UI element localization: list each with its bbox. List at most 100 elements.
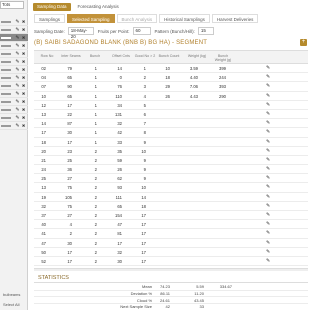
- table-cell[interactable]: 26: [154, 94, 170, 99]
- table-cell[interactable]: 7.06: [182, 84, 198, 89]
- table-cell[interactable]: 18: [154, 75, 170, 80]
- column-header: Bunch Weight (g): [214, 54, 232, 62]
- delete-icon[interactable]: ✖: [21, 91, 26, 97]
- delete-icon[interactable]: ✖: [21, 115, 26, 121]
- delete-icon[interactable]: ✖: [21, 51, 26, 57]
- sub-tab[interactable]: Samplings: [34, 14, 66, 23]
- edit-icon[interactable]: ✎: [266, 148, 272, 154]
- pattern-field[interactable]: 15: [197, 27, 214, 35]
- column-header: Row No: [40, 54, 54, 58]
- delete-icon[interactable]: ✖: [21, 43, 26, 49]
- table-cell[interactable]: 4.40: [182, 75, 198, 80]
- list-item[interactable]: ✎ ✖: [0, 58, 28, 66]
- delete-icon[interactable]: ✖: [21, 27, 26, 33]
- delete-icon[interactable]: ✖: [21, 107, 26, 113]
- table-row: 37 27 2 154 17 ✎: [34, 211, 308, 221]
- list-item[interactable]: ✎ ✖: [0, 82, 28, 90]
- delete-icon[interactable]: ✖: [21, 59, 26, 65]
- delete-icon[interactable]: ✖: [21, 19, 26, 25]
- edit-icon[interactable]: ✎: [15, 99, 20, 105]
- edit-icon[interactable]: ✎: [15, 83, 20, 89]
- delete-icon[interactable]: ✖: [21, 83, 26, 89]
- edit-icon[interactable]: ✎: [266, 166, 272, 172]
- list-item[interactable]: ✎ ✖: [0, 42, 28, 50]
- edit-icon[interactable]: ✎: [266, 157, 272, 163]
- list-item[interactable]: ✎ ✖: [0, 66, 28, 74]
- edit-icon[interactable]: ✎: [266, 93, 272, 99]
- footer-link[interactable]: bulbeams: [0, 292, 28, 297]
- table-cell: 17: [67, 102, 72, 108]
- sub-tab[interactable]: Harvest Deliveries: [211, 14, 259, 23]
- edit-icon[interactable]: ✎: [15, 67, 20, 73]
- edit-icon[interactable]: ✎: [15, 19, 20, 25]
- edit-icon[interactable]: ✎: [15, 75, 20, 81]
- edit-icon[interactable]: ✎: [15, 91, 20, 97]
- edit-icon[interactable]: ✎: [266, 194, 272, 200]
- delete-icon[interactable]: ✖: [21, 75, 26, 81]
- list-item[interactable]: ✎ ✖: [0, 18, 28, 26]
- edit-icon[interactable]: ✎: [266, 139, 272, 145]
- delete-icon[interactable]: ✖: [21, 67, 26, 73]
- edit-icon[interactable]: ✎: [266, 74, 272, 80]
- table-cell[interactable]: 3.59: [182, 66, 198, 71]
- edit-icon[interactable]: ✎: [15, 51, 20, 57]
- date-field[interactable]: 18-May-20: [67, 27, 94, 39]
- list-item[interactable]: ✎ ✖: [0, 26, 28, 34]
- edit-icon[interactable]: ✎: [266, 221, 272, 227]
- table-cell: 110: [115, 93, 122, 99]
- edit-icon[interactable]: ✎: [266, 120, 272, 126]
- table-cell[interactable]: 10: [154, 66, 170, 71]
- list-item[interactable]: ✎ ✖: [0, 90, 28, 98]
- edit-icon[interactable]: ✎: [15, 115, 20, 121]
- sub-tab[interactable]: Bunch Analysis: [116, 14, 158, 23]
- edit-icon[interactable]: ✎: [266, 83, 272, 89]
- table-row: 02 79 1 14 1 10 3.59 399 ✎: [34, 64, 308, 74]
- list-item[interactable]: ✎ ✖: [0, 122, 28, 130]
- edit-icon[interactable]: ✎: [266, 102, 272, 108]
- list-item[interactable]: ✎ ✖: [0, 114, 28, 122]
- horizontal-scrollbar[interactable]: [34, 268, 308, 271]
- list-item[interactable]: ✎ ✖: [0, 34, 28, 42]
- table-cell[interactable]: 4.43: [182, 94, 198, 99]
- table-cell: 17: [141, 258, 146, 264]
- edit-icon[interactable]: ✎: [266, 111, 272, 117]
- select-all-link[interactable]: Select All: [0, 302, 28, 307]
- edit-icon[interactable]: ✎: [266, 230, 272, 236]
- item-label-bar: [1, 45, 11, 47]
- edit-icon[interactable]: ✎: [15, 59, 20, 65]
- table-row: 40 4 2 47 17 ✎: [34, 220, 308, 230]
- edit-icon[interactable]: ✎: [266, 65, 272, 71]
- list-item[interactable]: ✎ ✖: [0, 50, 28, 58]
- edit-icon[interactable]: ✎: [266, 203, 272, 209]
- delete-icon[interactable]: ✖: [21, 35, 26, 41]
- edit-icon[interactable]: ✎: [15, 27, 20, 33]
- sub-tab[interactable]: Selected Sampling: [67, 14, 115, 23]
- list-item[interactable]: ✎ ✖: [0, 98, 28, 106]
- edit-icon[interactable]: ✎: [266, 212, 272, 218]
- edit-icon[interactable]: ✎: [15, 123, 20, 129]
- edit-icon[interactable]: ✎: [266, 129, 272, 135]
- table-row: 18 17 1 33 9 ✎: [34, 138, 308, 147]
- edit-icon[interactable]: ✎: [266, 175, 272, 181]
- edit-icon[interactable]: ✎: [15, 35, 20, 41]
- table-cell: 17: [141, 249, 146, 255]
- edit-icon[interactable]: ✎: [266, 184, 272, 190]
- edit-icon[interactable]: ✎: [266, 249, 272, 255]
- list-item[interactable]: ✎ ✖: [0, 106, 28, 114]
- edit-icon[interactable]: ✎: [15, 43, 20, 49]
- add-button[interactable]: +: [300, 39, 307, 46]
- delete-icon[interactable]: ✖: [21, 99, 26, 105]
- top-tab[interactable]: Forecasting Analysis: [74, 3, 123, 11]
- item-label-bar: [1, 85, 11, 87]
- edit-icon[interactable]: ✎: [266, 258, 272, 264]
- filter-dropdown[interactable]: Tots: [0, 1, 24, 9]
- list-item[interactable]: ✎ ✖: [0, 74, 28, 82]
- edit-icon[interactable]: ✎: [15, 107, 20, 113]
- top-tab[interactable]: Sampling Data: [33, 3, 71, 11]
- column-header: Bunch: [89, 54, 101, 58]
- edit-icon[interactable]: ✎: [266, 240, 272, 246]
- fruit-field[interactable]: 60: [132, 27, 151, 35]
- delete-icon[interactable]: ✖: [21, 123, 26, 129]
- table-cell[interactable]: 29: [154, 84, 170, 89]
- sub-tab[interactable]: Historical Samplings: [159, 14, 210, 23]
